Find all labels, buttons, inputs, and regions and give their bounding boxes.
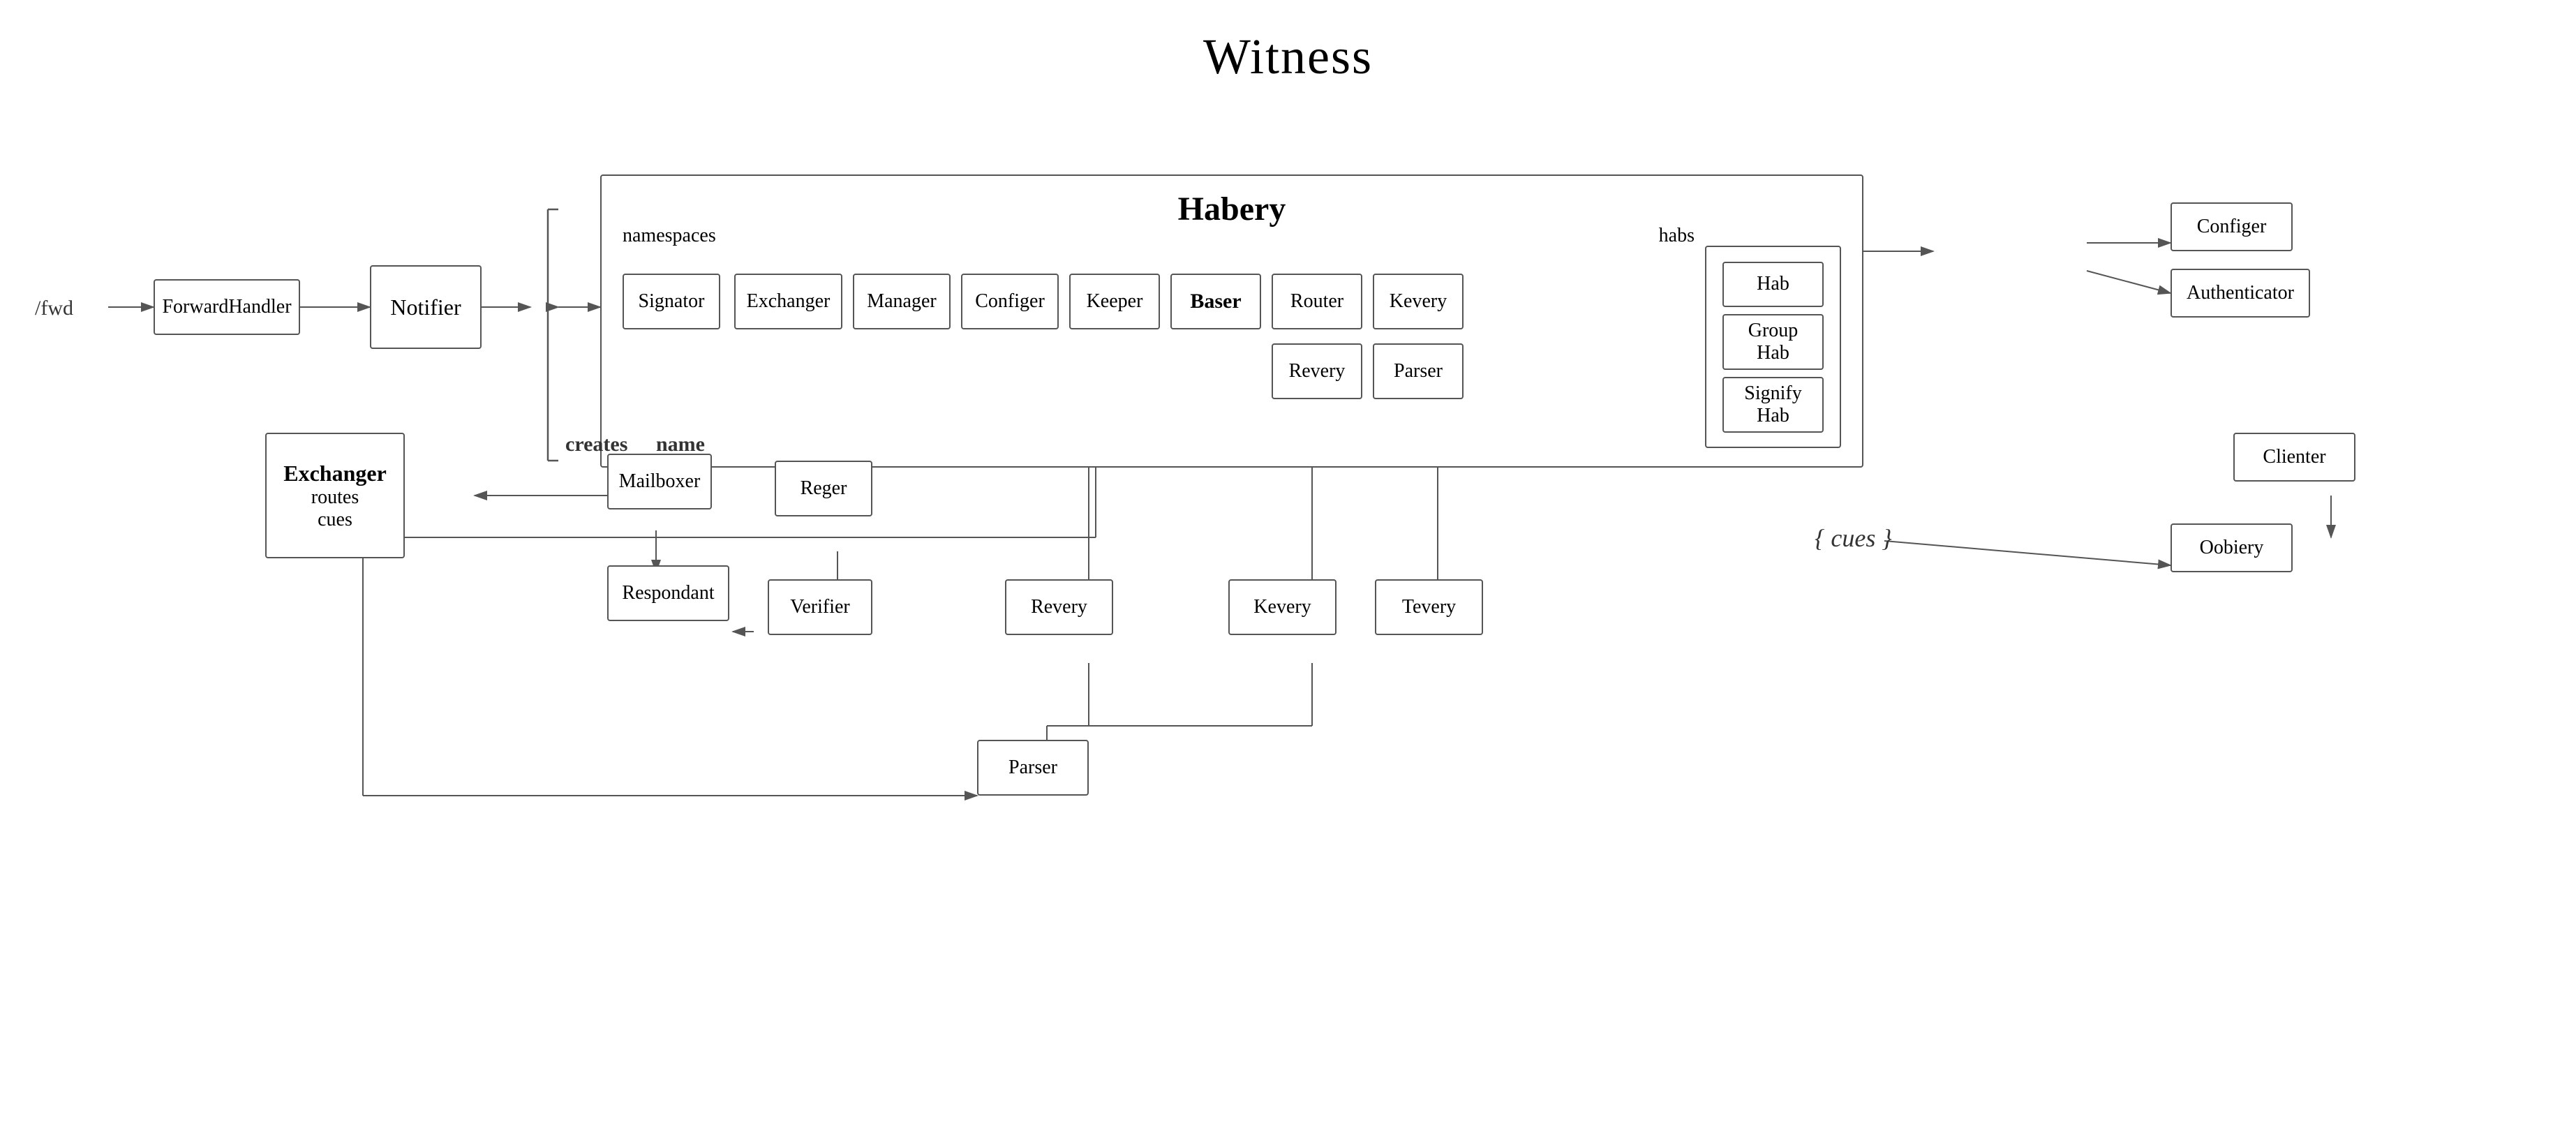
- manager-box: Manager: [853, 274, 951, 329]
- parser-main-box: Parser: [977, 740, 1089, 796]
- diagram-area: /fwd ForwardHandler Notifier Habery name…: [0, 91, 2576, 1139]
- hab-box: Hab: [1722, 262, 1824, 307]
- name-label: name: [656, 433, 705, 456]
- revery-ns-box: Revery: [1272, 343, 1362, 399]
- exchanger-routes-label: routes: [311, 486, 359, 509]
- habs-label: habs: [1659, 225, 1695, 247]
- router-box: Router: [1272, 274, 1362, 329]
- signify-hab-box: Signify Hab: [1722, 377, 1824, 433]
- exchanger-ns-box: Exchanger: [734, 274, 842, 329]
- namespaces-label: namespaces: [623, 225, 716, 247]
- signator-box: Signator: [623, 274, 720, 329]
- notifier-box: Notifier: [370, 265, 482, 349]
- clienter-box: Clienter: [2233, 433, 2355, 482]
- authenticator-box: Authenticator: [2171, 269, 2310, 318]
- mailboxer-box: Mailboxer: [607, 454, 712, 509]
- configer-ns-box: Configer: [961, 274, 1059, 329]
- revery-main-box: Revery: [1005, 579, 1113, 635]
- kevery-ns-box: Kevery: [1373, 274, 1464, 329]
- group-hab-box: Group Hab: [1722, 314, 1824, 370]
- creates-label: creates: [565, 433, 627, 456]
- exchanger-main-label: Exchanger: [283, 461, 387, 486]
- exchanger-main-box: Exchanger routes cues: [265, 433, 405, 558]
- kevery-main-box: Kevery: [1228, 579, 1337, 635]
- keeper-box: Keeper: [1069, 274, 1160, 329]
- exchanger-cues-label: cues: [318, 509, 352, 531]
- oobiery-box: Oobiery: [2171, 523, 2293, 572]
- fwd-label: /fwd: [35, 297, 73, 320]
- tevery-box: Tevery: [1375, 579, 1483, 635]
- habs-container: Hab Group Hab Signify Hab: [1705, 246, 1841, 448]
- baser-box: Baser: [1170, 274, 1261, 329]
- respondant-box: Respondant: [607, 565, 729, 621]
- parser-ns-box: Parser: [1373, 343, 1464, 399]
- habery-container: Habery namespaces habs Signator Exchange…: [600, 174, 1863, 468]
- verifier-box: Verifier: [768, 579, 872, 635]
- forward-handler-box: ForwardHandler: [154, 279, 300, 335]
- page-title: Witness: [0, 0, 2576, 86]
- habery-title: Habery: [1178, 190, 1286, 228]
- configer-habs-box: Configer: [2171, 202, 2293, 251]
- cues-label: { cues }: [1815, 523, 1892, 553]
- reger-box: Reger: [775, 461, 872, 516]
